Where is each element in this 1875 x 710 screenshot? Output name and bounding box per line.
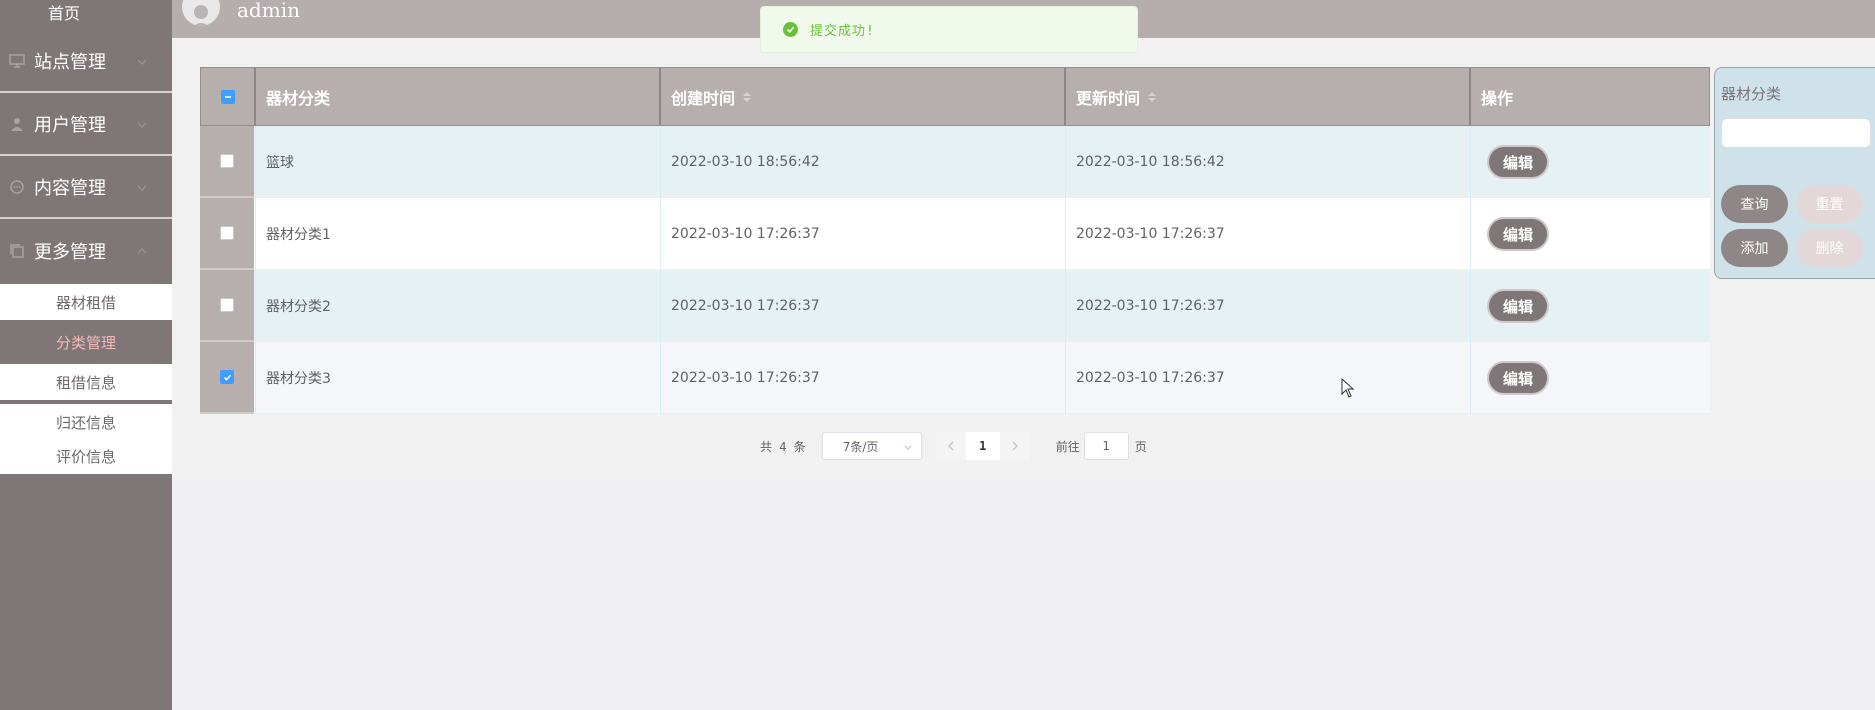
chevron-left-icon <box>947 441 954 451</box>
cell-updated: 2022-03-10 18:56:42 <box>1065 126 1470 198</box>
goto-label: 前往 <box>1055 439 1080 454</box>
row-checkbox[interactable] <box>220 370 234 384</box>
column-header-category: 器材分类 <box>256 68 661 125</box>
chevron-down-icon <box>135 180 149 194</box>
cell-category: 篮球 <box>255 126 660 198</box>
chevron-down-icon <box>903 441 913 455</box>
row-select-cell <box>200 342 254 414</box>
monitor-icon <box>8 52 26 70</box>
minus-icon <box>224 95 231 98</box>
toast-message: 提交成功! <box>810 24 875 39</box>
table-row: 篮球 2022-03-10 18:56:42 2022-03-10 18:56:… <box>200 126 1710 198</box>
row-checkbox[interactable] <box>220 154 234 168</box>
delete-button[interactable]: 删除 <box>1796 229 1863 267</box>
table-row: 器材分类2 2022-03-10 17:26:37 2022-03-10 17:… <box>200 270 1710 342</box>
search-panel: 器材分类 查询 重置 添加 删除 <box>1714 67 1875 279</box>
cell-created: 2022-03-10 18:56:42 <box>660 126 1065 198</box>
user-avatar-icon <box>193 5 209 26</box>
table-row: 器材分类1 2022-03-10 17:26:37 2022-03-10 17:… <box>200 198 1710 270</box>
avatar[interactable] <box>182 0 220 26</box>
page-number-1[interactable]: 1 <box>965 432 1000 460</box>
edit-button[interactable]: 编辑 <box>1487 289 1549 323</box>
chevron-right-icon <box>1012 441 1018 451</box>
copy-icon <box>8 242 26 260</box>
mouse-cursor-icon <box>1341 377 1355 402</box>
sidebar-item-home[interactable]: 首页 <box>0 0 128 23</box>
page-unit-label: 页 <box>1134 439 1147 454</box>
row-checkbox[interactable] <box>220 226 234 240</box>
cell-updated: 2022-03-10 17:26:37 <box>1065 270 1470 342</box>
column-header-updated[interactable]: 更新时间 <box>1066 68 1471 125</box>
sidebar-item-equipment-rental[interactable]: 器材租借 <box>0 284 172 320</box>
sidebar: 首页 站点管理 用户管理 内容管理 更多管理 器材租借 分类管理 租借信息 归还… <box>0 0 172 710</box>
check-icon <box>223 374 231 381</box>
cell-category: 器材分类3 <box>255 342 660 414</box>
cell-actions: 编辑 <box>1470 270 1710 342</box>
reset-button[interactable]: 重置 <box>1796 185 1863 223</box>
sidebar-item-rental-info[interactable]: 租借信息 <box>0 364 172 400</box>
cell-created: 2022-03-10 17:26:37 <box>660 198 1065 270</box>
table-header: 器材分类 创建时间 更新时间 操作 <box>200 67 1710 126</box>
chevron-down-icon <box>135 54 149 68</box>
sidebar-menu-user[interactable]: 用户管理 <box>0 93 172 156</box>
sidebar-menu-label: 站点管理 <box>34 51 106 73</box>
row-select-cell <box>200 126 254 198</box>
cell-updated: 2022-03-10 17:26:37 <box>1065 198 1470 270</box>
cell-category: 器材分类2 <box>255 270 660 342</box>
chat-icon <box>8 178 26 196</box>
edit-button[interactable]: 编辑 <box>1487 217 1549 251</box>
cell-created: 2022-03-10 17:26:37 <box>660 270 1065 342</box>
check-circle-icon <box>783 22 798 37</box>
sidebar-item-review-info[interactable]: 评价信息 <box>0 438 172 474</box>
sidebar-item-category-management[interactable]: 分类管理 <box>0 324 172 360</box>
success-toast: 提交成功! <box>760 6 1138 53</box>
edit-button[interactable]: 编辑 <box>1487 145 1549 179</box>
add-button[interactable]: 添加 <box>1721 229 1788 267</box>
search-label: 器材分类 <box>1721 85 1782 103</box>
query-button[interactable]: 查询 <box>1721 185 1788 223</box>
cell-actions: 编辑 <box>1470 342 1710 414</box>
column-header-actions: 操作 <box>1481 88 1514 108</box>
pagination: 共 4 条 7条/页 1 前往 1 页 <box>760 432 1147 460</box>
chevron-up-icon <box>135 243 149 257</box>
cell-actions: 编辑 <box>1470 126 1710 198</box>
cell-actions: 编辑 <box>1470 198 1710 270</box>
pagination-total: 共 4 条 <box>760 439 806 454</box>
sidebar-menu-label: 更多管理 <box>34 241 106 263</box>
prev-page-button[interactable] <box>935 432 966 460</box>
select-all-checkbox[interactable] <box>220 89 235 104</box>
cell-category: 器材分类1 <box>255 198 660 270</box>
user-icon <box>8 115 26 133</box>
sidebar-menu-more[interactable]: 更多管理 <box>0 219 172 282</box>
sidebar-menu-label: 用户管理 <box>34 114 106 136</box>
cell-created: 2022-03-10 17:26:37 <box>660 342 1065 414</box>
sort-icon[interactable] <box>743 91 752 102</box>
sidebar-menu-content[interactable]: 内容管理 <box>0 156 172 219</box>
sidebar-menu-site[interactable]: 站点管理 <box>0 30 172 93</box>
header-select-cell <box>201 68 256 125</box>
row-select-cell <box>200 198 254 270</box>
edit-button[interactable]: 编辑 <box>1487 361 1549 395</box>
sidebar-menu-label: 内容管理 <box>34 177 106 199</box>
table-row: 器材分类3 2022-03-10 17:26:37 2022-03-10 17:… <box>200 342 1710 414</box>
column-header-created[interactable]: 创建时间 <box>661 68 1066 125</box>
category-search-input[interactable] <box>1721 118 1871 148</box>
username[interactable]: admin <box>237 0 300 22</box>
chevron-down-icon <box>135 117 149 131</box>
next-page-button[interactable] <box>999 432 1030 460</box>
row-checkbox[interactable] <box>220 298 234 312</box>
sort-icon[interactable] <box>1148 91 1157 102</box>
sidebar-item-return-info[interactable]: 归还信息 <box>0 404 172 440</box>
cell-updated: 2022-03-10 17:26:37 <box>1065 342 1470 414</box>
goto-page-input[interactable]: 1 <box>1083 432 1129 460</box>
page-size-select[interactable]: 7条/页 <box>821 432 922 460</box>
row-select-cell <box>200 270 254 342</box>
